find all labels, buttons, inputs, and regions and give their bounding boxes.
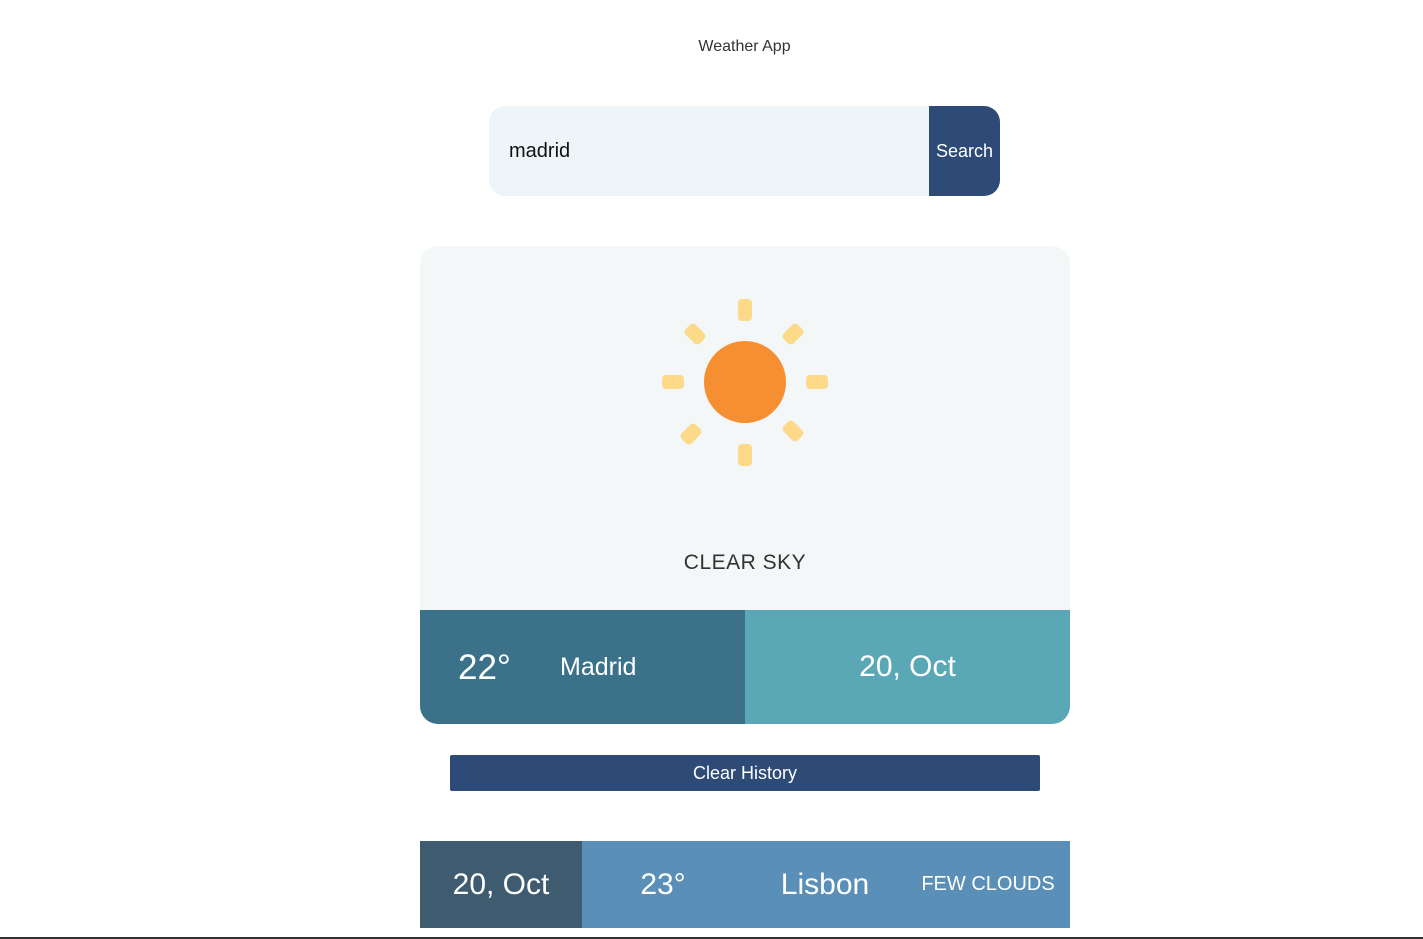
history-temperature: 23° — [640, 867, 686, 901]
current-city: Madrid — [560, 653, 637, 681]
history-date: 20, Oct — [420, 841, 582, 928]
weather-condition: CLEAR SKY — [683, 551, 807, 574]
history-item[interactable]: 20, Oct 23° Lisbon FEW CLOUDS — [420, 841, 1070, 928]
city-search-input[interactable] — [489, 106, 929, 196]
history-details: 23° Lisbon FEW CLOUDS — [582, 841, 1070, 928]
search-button[interactable]: Search — [929, 106, 1000, 196]
history-city: Lisbon — [780, 867, 870, 901]
current-temperature: 22° — [458, 648, 511, 687]
search-bar: Search — [489, 106, 1000, 196]
history-condition: FEW CLOUDS — [921, 873, 1055, 895]
current-info-bar: 22° Madrid 20, Oct — [420, 610, 1070, 724]
app-title: Weather App — [698, 38, 791, 55]
current-date: 20, Oct — [745, 610, 1070, 724]
weather-app: Weather App Search CLEAR SKY 22° Madrid … — [0, 0, 1423, 939]
temp-city-panel: 22° Madrid — [420, 610, 745, 724]
sun-icon — [662, 299, 828, 466]
clear-history-button[interactable]: Clear History — [450, 755, 1040, 791]
